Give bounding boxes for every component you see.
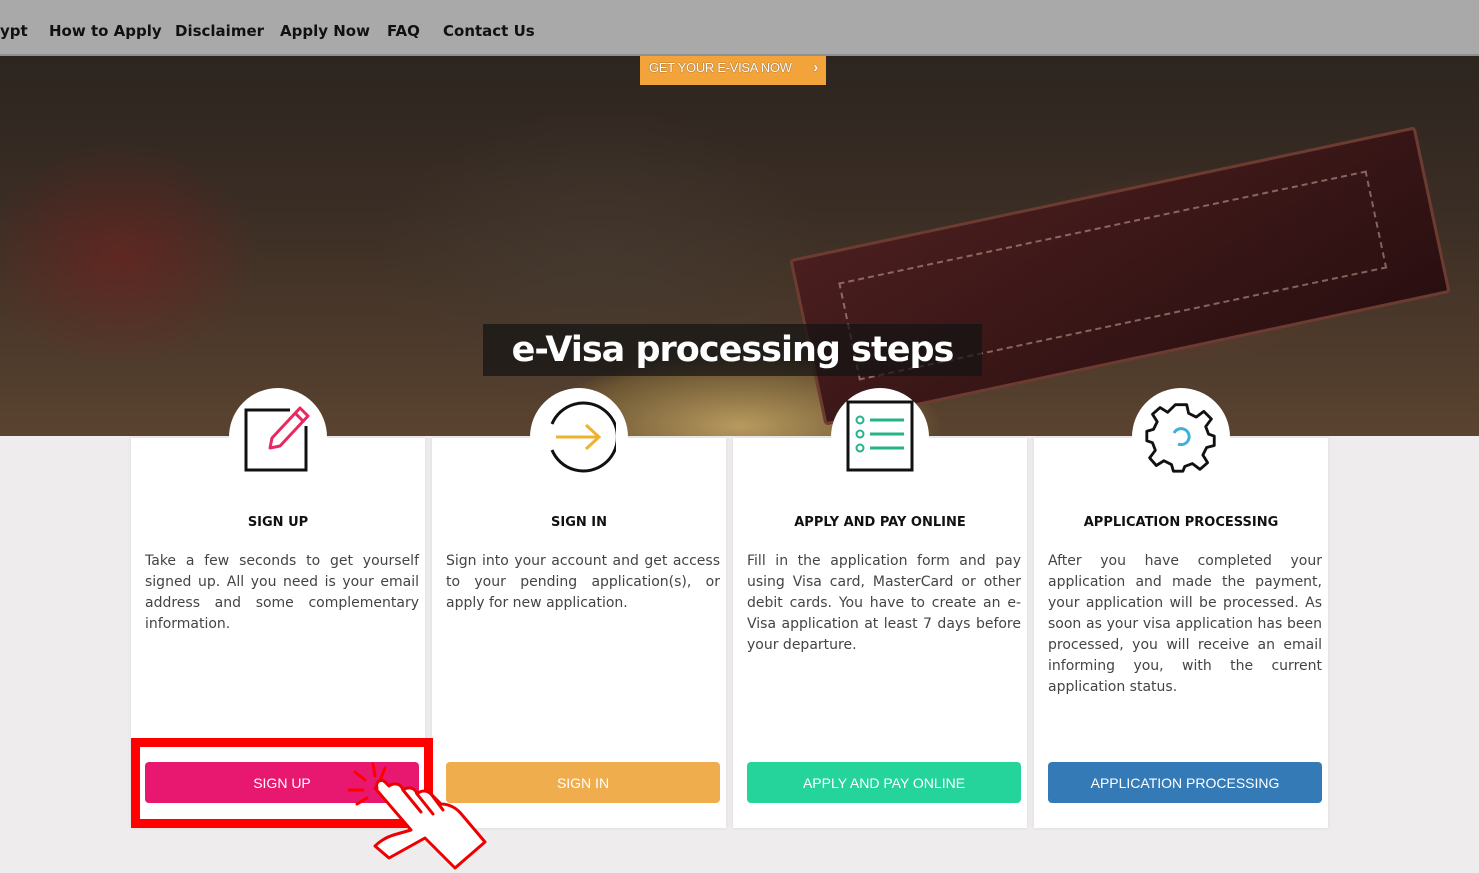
- nav-item-apply-now[interactable]: Apply Now: [280, 22, 370, 40]
- step-icon-circle: [831, 388, 929, 486]
- get-evisa-now-button[interactable]: GET YOUR E-VISA NOW ›: [640, 56, 826, 85]
- pointing-hand-icon: [347, 762, 487, 870]
- step-title: SIGN UP: [247, 515, 309, 530]
- arrow-right-circle-icon: [550, 401, 616, 473]
- edit-icon: [244, 406, 310, 472]
- nav-item-disclaimer[interactable]: Disclaimer: [175, 22, 264, 40]
- nav-item-faq[interactable]: FAQ: [387, 22, 420, 40]
- hero-backgammon-decoration: [789, 126, 1451, 426]
- step-icon-circle: [1132, 388, 1230, 486]
- nav-item-contact-us[interactable]: Contact Us: [443, 22, 535, 40]
- step-description: Sign into your account and get access to…: [446, 553, 720, 611]
- chevron-right-icon: ›: [813, 59, 818, 76]
- step-title: APPLY AND PAY ONLINE: [794, 515, 966, 530]
- step-description: Fill in the application form and pay usi…: [747, 553, 1021, 653]
- step-description: Take a few seconds to get yourself signe…: [145, 553, 419, 632]
- step-title: SIGN IN: [551, 515, 607, 530]
- step-card-application-processing: APPLICATION PROCESSING After you have co…: [1034, 388, 1328, 828]
- application-processing-button[interactable]: APPLICATION PROCESSING: [1048, 762, 1322, 803]
- top-navigation: ypt How to Apply Disclaimer Apply Now FA…: [0, 0, 1479, 56]
- hero-banner: [0, 56, 1479, 436]
- nav-item-egypt[interactable]: ypt: [0, 22, 28, 40]
- step-icon-circle: [530, 388, 628, 486]
- step-card-apply-and-pay: APPLY AND PAY ONLINE Fill in the applica…: [733, 388, 1027, 828]
- apply-and-pay-online-button[interactable]: APPLY AND PAY ONLINE: [747, 762, 1021, 803]
- cta-label: GET YOUR E-VISA NOW: [649, 60, 792, 75]
- nav-item-how-to-apply[interactable]: How to Apply: [49, 22, 162, 40]
- section-heading: e-Visa processing steps: [511, 330, 955, 370]
- gear-icon: [1145, 403, 1216, 473]
- step-icon-circle: [229, 388, 327, 486]
- step-title: APPLICATION PROCESSING: [1083, 515, 1279, 530]
- step-description: After you have completed your applicatio…: [1048, 553, 1322, 695]
- section-heading-box: e-Visa processing steps: [483, 324, 982, 376]
- checklist-icon: [846, 400, 914, 472]
